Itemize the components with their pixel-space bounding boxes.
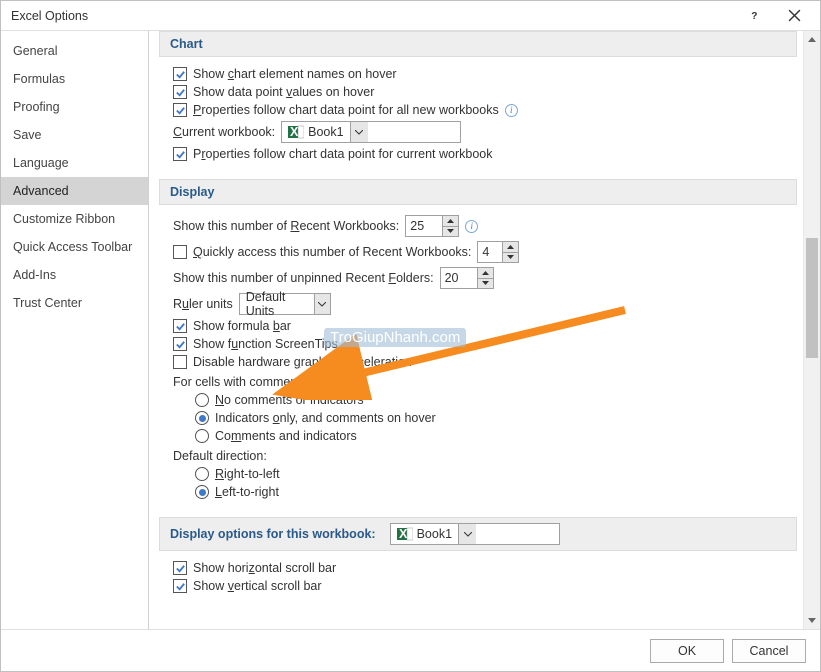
- spinner-up-icon[interactable]: [478, 268, 493, 279]
- checkbox-disable-hw-accel[interactable]: [173, 355, 187, 369]
- dialog-footer: OK Cancel: [1, 629, 820, 671]
- info-icon[interactable]: i: [465, 220, 478, 233]
- label-screentips: Show function ScreenTips: [193, 337, 338, 351]
- excel-options-dialog: Excel Options ? General Formulas Proofin…: [0, 0, 821, 672]
- excel-icon: X: [397, 526, 413, 542]
- checkbox-props-all-wb[interactable]: [173, 103, 187, 117]
- ok-button[interactable]: OK: [650, 639, 724, 663]
- radio-no-comments[interactable]: [195, 393, 209, 407]
- radio-ltr[interactable]: [195, 485, 209, 499]
- scrollbar-track[interactable]: [804, 48, 820, 612]
- section-header-display: Display: [159, 179, 797, 205]
- spinner-quick-access[interactable]: [477, 241, 519, 263]
- spinner-down-icon[interactable]: [443, 227, 458, 237]
- spinner-down-icon[interactable]: [478, 279, 493, 289]
- select-ruler-units-value: Default Units: [246, 290, 308, 318]
- label-display-wb-header: Display options for this workbook:: [170, 527, 376, 541]
- label-show-data-values: Show data point values on hover: [193, 85, 374, 99]
- label-rtl: Right-to-left: [215, 467, 280, 481]
- chevron-down-icon[interactable]: [458, 524, 476, 544]
- sidebar-item-general[interactable]: General: [1, 37, 148, 65]
- sidebar-item-addins[interactable]: Add-Ins: [1, 261, 148, 289]
- sidebar-item-trust-center[interactable]: Trust Center: [1, 289, 148, 317]
- checkbox-formula-bar[interactable]: [173, 319, 187, 333]
- checkbox-show-chart-names[interactable]: [173, 67, 187, 81]
- radio-indicators-only[interactable]: [195, 411, 209, 425]
- content-pane: Chart Show chart element names on hover …: [149, 31, 803, 629]
- sidebar-item-language[interactable]: Language: [1, 149, 148, 177]
- sidebar-item-proofing[interactable]: Proofing: [1, 93, 148, 121]
- select-ruler-units[interactable]: Default Units: [239, 293, 331, 315]
- label-props-current-wb: Properties follow chart data point for c…: [193, 147, 492, 161]
- spinner-quick-access-input[interactable]: [478, 242, 502, 262]
- radio-comments-indicators[interactable]: [195, 429, 209, 443]
- select-display-workbook[interactable]: X Book1: [390, 523, 560, 545]
- scroll-up-button[interactable]: [804, 31, 820, 48]
- section-header-display-workbook: Display options for this workbook: X Boo…: [159, 517, 797, 551]
- excel-icon: X: [288, 124, 304, 140]
- vertical-scrollbar[interactable]: [803, 31, 820, 629]
- label-hscroll: Show horizontal scroll bar: [193, 561, 336, 575]
- label-show-chart-names: Show chart element names on hover: [193, 67, 397, 81]
- svg-text:X: X: [290, 125, 299, 139]
- label-current-workbook: Current workbook:: [173, 125, 275, 139]
- sidebar-item-advanced[interactable]: Advanced: [1, 177, 148, 205]
- label-recent-folders: Show this number of unpinned Recent Fold…: [173, 271, 434, 285]
- select-display-workbook-value: Book1: [417, 527, 452, 541]
- dialog-title: Excel Options: [11, 9, 734, 23]
- checkbox-show-data-values[interactable]: [173, 85, 187, 99]
- checkbox-hscroll[interactable]: [173, 561, 187, 575]
- label-indicators-only: Indicators only, and comments on hover: [215, 411, 436, 425]
- cancel-button[interactable]: Cancel: [732, 639, 806, 663]
- checkbox-quick-access-recent[interactable]: [173, 245, 187, 259]
- label-disable-hw-accel: Disable hardware graphics acceleration: [193, 355, 412, 369]
- spinner-up-icon[interactable]: [443, 216, 458, 227]
- select-current-workbook-value: Book1: [308, 125, 343, 139]
- label-direction-intro: Default direction:: [173, 449, 783, 463]
- spinner-up-icon[interactable]: [503, 242, 518, 253]
- titlebar: Excel Options ?: [1, 1, 820, 31]
- svg-text:?: ?: [751, 11, 757, 22]
- scroll-down-button[interactable]: [804, 612, 820, 629]
- checkbox-props-current-wb[interactable]: [173, 147, 187, 161]
- label-quick-access-recent: Quickly access this number of Recent Wor…: [193, 245, 471, 259]
- sidebar-item-quick-access[interactable]: Quick Access Toolbar: [1, 233, 148, 261]
- help-button[interactable]: ?: [734, 2, 774, 30]
- radio-rtl[interactable]: [195, 467, 209, 481]
- sidebar-nav: General Formulas Proofing Save Language …: [1, 31, 149, 629]
- label-props-all-wb: Properties follow chart data point for a…: [193, 103, 499, 117]
- svg-text:X: X: [399, 527, 408, 541]
- spinner-recent-workbooks[interactable]: [405, 215, 459, 237]
- spinner-recent-folders[interactable]: [440, 267, 494, 289]
- close-button[interactable]: [774, 2, 814, 30]
- select-current-workbook[interactable]: X Book1: [281, 121, 461, 143]
- label-ruler-units: Ruler units: [173, 297, 233, 311]
- section-header-chart: Chart: [159, 31, 797, 57]
- checkbox-vscroll[interactable]: [173, 579, 187, 593]
- label-ltr: Left-to-right: [215, 485, 279, 499]
- sidebar-item-formulas[interactable]: Formulas: [1, 65, 148, 93]
- spinner-recent-folders-input[interactable]: [441, 268, 477, 288]
- label-vscroll: Show vertical scroll bar: [193, 579, 322, 593]
- checkbox-screentips[interactable]: [173, 337, 187, 351]
- label-comments-indicators: Comments and indicators: [215, 429, 357, 443]
- spinner-recent-workbooks-input[interactable]: [406, 216, 442, 236]
- sidebar-item-save[interactable]: Save: [1, 121, 148, 149]
- chevron-down-icon[interactable]: [314, 294, 330, 314]
- label-formula-bar: Show formula bar: [193, 319, 291, 333]
- chevron-down-icon[interactable]: [350, 122, 368, 142]
- scrollbar-thumb[interactable]: [806, 238, 818, 358]
- sidebar-item-customize-ribbon[interactable]: Customize Ribbon: [1, 205, 148, 233]
- label-comments-intro: For cells with comments, show:: [173, 375, 783, 389]
- label-recent-workbooks: Show this number of Recent Workbooks:: [173, 219, 399, 233]
- label-no-comments: No comments or indicators: [215, 393, 364, 407]
- info-icon[interactable]: i: [505, 104, 518, 117]
- spinner-down-icon[interactable]: [503, 253, 518, 263]
